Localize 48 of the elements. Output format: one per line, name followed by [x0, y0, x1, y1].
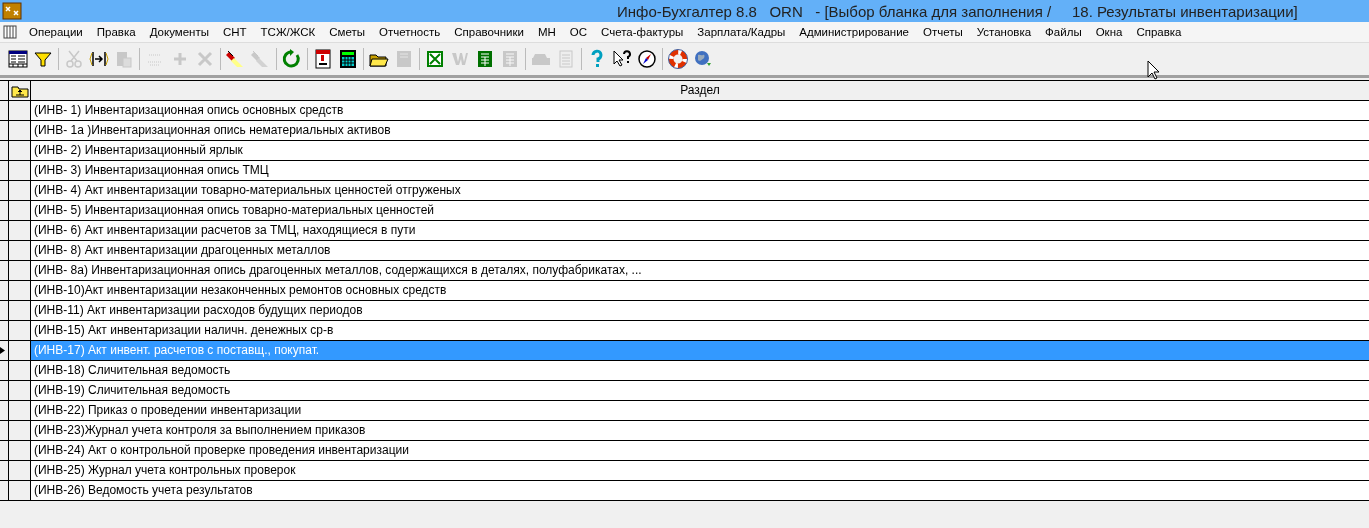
calendar-icon[interactable] [312, 48, 334, 70]
table-icon[interactable] [7, 48, 29, 70]
menu-item[interactable]: Установка [969, 25, 1039, 39]
spreadsheet-icon[interactable] [424, 48, 446, 70]
table-cell[interactable]: (ИНВ-11) Акт инвентаризации расходов будущих периодов [31, 301, 1369, 320]
menu-item[interactable]: Справочники [447, 25, 531, 39]
table-cell[interactable]: (ИНВ- 3) Инвентаризационная опись ТМЦ [31, 161, 1369, 180]
table-cell[interactable]: (ИНВ- 8) Акт инвентаризации драгоценных металлов [31, 241, 1369, 260]
menu-item[interactable]: Окна [1088, 25, 1130, 39]
table-cell[interactable]: (ИНВ- 2) Инвентаризационный ярлык [31, 141, 1369, 160]
menu-item[interactable]: ТСЖ/ЖСК [253, 25, 323, 39]
refresh-icon[interactable] [281, 48, 303, 70]
table-cell[interactable]: (ИНВ-15) Акт инвентаризации наличн. денежных ср-в [31, 321, 1369, 340]
table-cell[interactable]: (ИНВ-25) Журнал учета контрольных проверок [31, 461, 1369, 480]
table-cell[interactable]: (ИНВ-23)Журнал учета контроля за выполнением приказов [31, 421, 1369, 440]
menu-item[interactable]: Файлы [1038, 25, 1089, 39]
column-header[interactable]: Раздел [31, 81, 1369, 100]
table-cell[interactable]: (ИНВ-26) Ведомость учета результатов [31, 481, 1369, 500]
table-cell[interactable]: (ИНВ-24) Акт о контрольной проверке проведения инвентаризации [31, 441, 1369, 460]
menu-item[interactable]: Документы [142, 25, 216, 39]
table-cell[interactable]: (ИНВ- 8а) Инвентаризационная опись драгоценных металлов, содержащихся в деталях, полуфабрикатах, ... [31, 261, 1369, 280]
calculator-icon[interactable] [337, 48, 359, 70]
document-icon[interactable] [3, 25, 17, 39]
menu-item[interactable]: Правка [89, 25, 143, 39]
table-cell[interactable]: (ИНВ-22) Приказ о проведении инвентаризации [31, 401, 1369, 420]
menu-item[interactable]: Операции [22, 25, 90, 39]
table-cell[interactable]: (ИНВ-10)Акт инвентаризации незаконченных ремонтов основных средств [31, 281, 1369, 300]
compass-icon[interactable] [636, 48, 658, 70]
menu-item[interactable]: Отчеты [916, 25, 970, 39]
menu-item[interactable]: МН [530, 25, 563, 39]
menu-item[interactable]: Сметы [322, 25, 372, 39]
table-cell[interactable]: (ИНВ- 1) Инвентаризационная опись основных средств [31, 101, 1369, 120]
menu-item[interactable]: СНТ [215, 25, 254, 39]
table-cell[interactable]: (ИНВ- 6) Акт инвентаризации расчетов за ТМЦ, находящиеся в пути [31, 221, 1369, 240]
table-cell[interactable]: (ИНВ-18) Сличительная ведомость [31, 361, 1369, 380]
table-cell[interactable]: (ИНВ- 4) Акт инвентаризации товарно-материальных ценностей отгруженых [31, 181, 1369, 200]
app-icon [2, 2, 22, 20]
menu-item[interactable]: Счета-фактуры [594, 25, 691, 39]
table-cell[interactable]: (ИНВ- 1а )Инвентаризационная опись нематериальных активов [31, 121, 1369, 140]
table-cell[interactable]: (ИНВ- 5) Инвентаризационная опись товарно-материальных ценностей [31, 201, 1369, 220]
menu-item[interactable]: Администрирование [792, 25, 916, 39]
menu-item[interactable]: Отчетность [372, 25, 448, 39]
menu-item[interactable]: Справка [1129, 25, 1189, 39]
menu-item[interactable]: Зарплата/Кадры [690, 25, 793, 39]
table-cell[interactable]: (ИНВ-19) Сличительная ведомость [31, 381, 1369, 400]
lifebuoy-icon[interactable] [667, 48, 689, 70]
window-title: Инфо-Бухгалтер 8.8 ORN - [Выбор бланка для заполнения / 18. Результаты инвентаризации] [617, 2, 1298, 20]
menu-item[interactable]: ОС [562, 25, 595, 39]
